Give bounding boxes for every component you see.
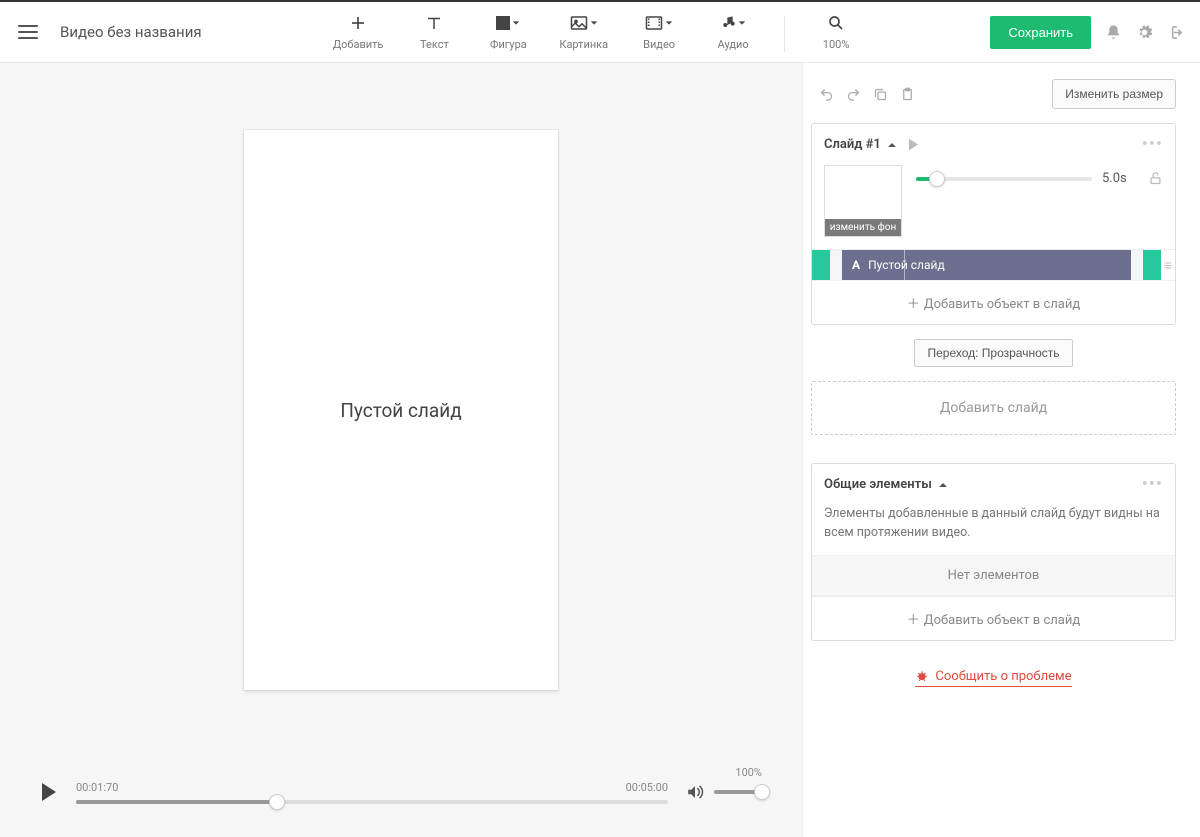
zoom-value: 100%: [823, 38, 850, 51]
plus-icon: [349, 12, 367, 34]
play-button[interactable]: [40, 782, 58, 802]
common-description: Элементы добавленные в данный слайд буду…: [812, 505, 1175, 555]
time-current: 00:01:70: [76, 781, 118, 794]
tool-video[interactable]: Видео: [636, 12, 682, 51]
project-title[interactable]: Видео без названия: [60, 23, 202, 41]
progress-slider[interactable]: [76, 800, 668, 804]
slide-title: Слайд #1: [824, 137, 881, 152]
tool-image[interactable]: Картинка: [559, 12, 608, 51]
common-menu-dots[interactable]: •••: [1142, 474, 1163, 495]
report-problem-link[interactable]: Сообщить о проблеме: [915, 669, 1071, 687]
text-element-icon: A: [852, 258, 860, 272]
slide-menu-dots[interactable]: •••: [1142, 134, 1163, 155]
play-slide-icon[interactable]: [907, 138, 920, 151]
logout-icon[interactable]: [1167, 24, 1184, 41]
add-slide-button[interactable]: Добавить слайд: [811, 381, 1176, 435]
common-elements-panel: Общие элементы ••• Элементы добавленные …: [811, 463, 1176, 641]
chevron-up-icon[interactable]: [938, 480, 948, 490]
common-title: Общие элементы: [824, 477, 932, 492]
chevron-up-icon[interactable]: [887, 140, 897, 150]
shape-icon: [496, 12, 520, 34]
zoom-control[interactable]: 100%: [813, 12, 859, 51]
time-total: 00:05:00: [626, 781, 668, 794]
bug-icon: [915, 669, 929, 683]
player-bar: 00:01:70 00:05:00 100%: [0, 757, 802, 837]
plus-icon: ＋: [907, 297, 920, 312]
volume-value: 100%: [735, 766, 762, 779]
tool-audio[interactable]: Аудио: [710, 12, 756, 51]
tool-image-label: Картинка: [559, 38, 608, 51]
canvas-area: Пустой слайд 00:01:70 00:05:00 100%: [0, 63, 802, 837]
gear-icon[interactable]: [1136, 24, 1153, 41]
volume-slider[interactable]: [714, 790, 762, 794]
copy-icon[interactable]: [873, 87, 888, 102]
search-icon: [827, 12, 845, 34]
topbar: Видео без названия Добавить Текст Фигура: [0, 2, 1200, 63]
tool-shape-label: Фигура: [490, 38, 527, 51]
canvas-slide[interactable]: Пустой слайд: [244, 130, 558, 690]
bell-icon[interactable]: [1105, 24, 1122, 41]
transition-button[interactable]: Переход: Прозрачность: [914, 339, 1072, 367]
menu-button[interactable]: [16, 20, 40, 44]
tool-add-label: Добавить: [333, 38, 384, 51]
tool-shape[interactable]: Фигура: [485, 12, 531, 51]
common-empty-state: Нет элементов: [812, 555, 1175, 596]
add-object-button[interactable]: ＋Добавить объект в слайд: [812, 280, 1175, 324]
timeline-grip-icon[interactable]: ≡: [1161, 250, 1175, 280]
redo-icon[interactable]: [846, 87, 861, 102]
add-common-object-button[interactable]: ＋Добавить объект в слайд: [812, 596, 1175, 640]
tool-video-label: Видео: [643, 38, 675, 51]
timeline-track[interactable]: A Пустой слайд: [812, 250, 1161, 280]
audio-icon: [720, 12, 746, 34]
duration-slider[interactable]: [916, 177, 1092, 181]
undo-icon[interactable]: [819, 87, 834, 102]
slide-thumbnail[interactable]: изменить фон: [824, 165, 902, 237]
tool-audio-label: Аудио: [718, 38, 749, 51]
image-icon: [570, 12, 598, 34]
text-icon: [425, 12, 443, 34]
paste-icon[interactable]: [900, 87, 915, 102]
slide-panel: Слайд #1 ••• изменить фон 5.0s: [811, 123, 1176, 325]
save-button[interactable]: Сохранить: [990, 16, 1091, 49]
duration-value: 5.0s: [1102, 171, 1138, 186]
volume-icon[interactable]: [686, 784, 704, 800]
lock-icon[interactable]: [1148, 171, 1163, 186]
tool-text-label: Текст: [420, 38, 449, 51]
toolbar-divider: [784, 16, 785, 52]
timeline-item-label: Пустой слайд: [868, 258, 945, 272]
canvas-placeholder-text: Пустой слайд: [340, 399, 461, 422]
tool-add[interactable]: Добавить: [333, 12, 384, 51]
video-icon: [645, 12, 673, 34]
slide-thumbnail-label: изменить фон: [825, 219, 901, 236]
tool-text[interactable]: Текст: [411, 12, 457, 51]
plus-icon: ＋: [907, 613, 920, 628]
resize-button[interactable]: Изменить размер: [1052, 79, 1176, 109]
sidebar: Изменить размер Слайд #1 ••• изменить фо…: [802, 63, 1200, 837]
